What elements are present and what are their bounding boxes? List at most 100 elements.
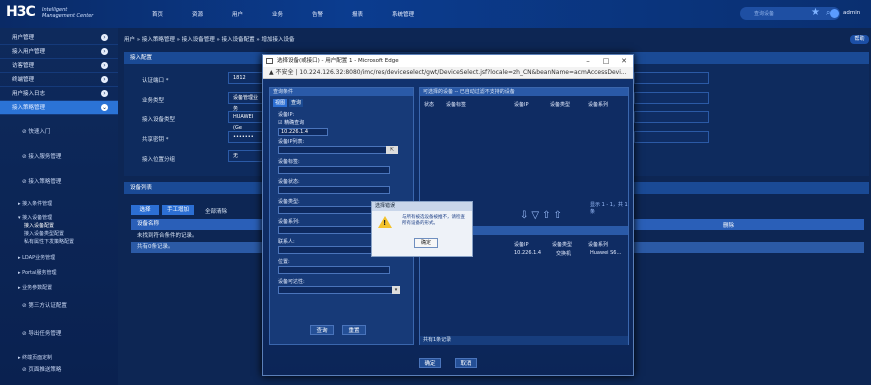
username[interactable]: admin bbox=[843, 10, 860, 16]
nav-alarm[interactable]: 告警 bbox=[312, 10, 323, 18]
tree-device-type[interactable]: 接入设备类型配置 bbox=[0, 230, 118, 237]
maximize-icon[interactable]: □ bbox=[599, 55, 613, 67]
fuzzy-checkbox[interactable]: ☑ 精确查询 bbox=[278, 119, 304, 126]
sidebar-quickstart[interactable]: ⊘ 快速入门 bbox=[0, 121, 118, 143]
tab-view[interactable]: 视图 bbox=[273, 99, 287, 107]
sidebar-item-access-user[interactable]: 接入用户管理 › bbox=[0, 45, 118, 59]
biz-select[interactable]: 设备管理业务 bbox=[228, 92, 263, 112]
select-button[interactable]: 选择 bbox=[131, 205, 159, 215]
close-icon[interactable]: ✕ bbox=[617, 55, 631, 67]
devtype-select[interactable]: HUAWEI (Ge bbox=[228, 111, 263, 131]
error-ok-button[interactable]: 确定 bbox=[414, 238, 438, 248]
exclamation-mark: ! bbox=[383, 219, 387, 227]
ip-label: 设备IP: bbox=[278, 112, 295, 118]
clear-all-link[interactable]: 全部清除 bbox=[205, 207, 227, 215]
devtype-label: 接入设备类型 bbox=[142, 117, 176, 123]
sidebar-third-party[interactable]: ⊘ 第三方认证配置 bbox=[0, 295, 118, 317]
warning-icon: ▲ bbox=[269, 69, 274, 76]
status-label: 设备状态: bbox=[278, 179, 300, 185]
sidebar-item-access-log[interactable]: 用户接入日志 › bbox=[0, 87, 118, 101]
query-button[interactable]: 查询 bbox=[310, 325, 334, 335]
type-label: 设备类型: bbox=[278, 199, 300, 205]
right-field-2[interactable] bbox=[634, 92, 709, 104]
location-label: 接入位置分组 bbox=[142, 157, 176, 163]
tree-access-device[interactable]: ▾ 接入设备管理 bbox=[0, 214, 118, 221]
reach-select[interactable] bbox=[278, 286, 398, 294]
sidebar-item-user-mgmt[interactable]: 用户管理 › bbox=[0, 31, 118, 45]
tree-portal[interactable]: ▸ Portal服务管理 bbox=[0, 269, 118, 276]
cancel-button[interactable]: 取消 bbox=[455, 358, 477, 368]
port-input[interactable]: 1812 bbox=[228, 72, 263, 84]
secret-label: 共享密钥 * bbox=[142, 137, 169, 143]
h3c-logo: H3C bbox=[6, 4, 36, 20]
manual-add-button[interactable]: 手工增加 bbox=[162, 205, 194, 215]
breadcrumb: 用户 » 接入策略管理 » 接入设备管理 » 接入设备配置 » 增加接入设备 bbox=[124, 37, 295, 43]
right-field-4[interactable] bbox=[634, 131, 709, 143]
reach-label: 设备可达性: bbox=[278, 279, 305, 285]
url-text[interactable]: 10.224.126.32:8080/imc/res/deviceselect/… bbox=[299, 69, 626, 76]
tree-ldap[interactable]: ▸ LDAP业务管理 bbox=[0, 254, 118, 261]
sel-row-ip[interactable]: 10.226.1.4 bbox=[514, 250, 541, 256]
nav-resource[interactable]: 资源 bbox=[192, 10, 203, 18]
logo-subtitle: Intelligent Management Center bbox=[42, 7, 94, 19]
table-header-delete: 删除 bbox=[723, 223, 735, 229]
sel-row-series[interactable]: Huawei S6... bbox=[590, 250, 621, 256]
avatar-icon[interactable] bbox=[830, 9, 839, 18]
tab-query[interactable]: 查询 bbox=[289, 99, 303, 107]
sidebar: 用户管理 › 接入用户管理 › 访客管理 › 终端管理 › 用户接入日志 › 接入策略管理… bbox=[0, 28, 118, 385]
sel-col-series: 设备系列 bbox=[588, 242, 609, 248]
sidebar-export[interactable]: ⊘ 导出任务管理 bbox=[0, 323, 118, 345]
ok-button[interactable]: 确定 bbox=[419, 358, 441, 368]
location-q-input[interactable] bbox=[278, 266, 390, 274]
col-status: 状态 bbox=[424, 102, 435, 108]
right-field-3[interactable] bbox=[634, 111, 709, 123]
error-dialog-title: 选择错误 bbox=[372, 202, 472, 211]
help-button[interactable]: 帮助 bbox=[850, 35, 869, 44]
sel-row-type[interactable]: 交换机 bbox=[556, 250, 571, 257]
tree-params[interactable]: ▸ 业务参数配置 bbox=[0, 284, 118, 291]
search-placeholder: 查询设备 bbox=[754, 11, 775, 17]
location-select[interactable]: 无 bbox=[228, 150, 263, 162]
selectable-title: 可选择的设备 -- 已自动过滤不支持的设备 bbox=[420, 88, 628, 96]
biz-label: 业务类型 bbox=[142, 98, 165, 104]
status-select[interactable] bbox=[278, 186, 390, 194]
nav-system[interactable]: 系统管理 bbox=[392, 10, 414, 18]
nav-home[interactable]: 首页 bbox=[152, 10, 163, 18]
search-box[interactable]: 查询设备 bbox=[740, 7, 840, 20]
iplist-picker-icon[interactable]: ⇱ bbox=[386, 146, 398, 154]
star-icon[interactable]: ★ bbox=[811, 7, 820, 18]
tree-device-config[interactable]: 接入设备配置 bbox=[0, 222, 118, 229]
sidebar-item-access-policy[interactable]: 接入策略管理 ⌄ bbox=[0, 101, 118, 115]
chevron-down-icon[interactable]: ▾ bbox=[392, 286, 400, 294]
nav-service[interactable]: 业务 bbox=[272, 10, 283, 18]
selected-total: 共有1条记录 bbox=[420, 336, 628, 345]
tag-label: 设备标签: bbox=[278, 159, 300, 165]
tree-access-condition[interactable]: ▸ 接入条件管理 bbox=[0, 200, 118, 207]
reset-button[interactable]: 重置 bbox=[342, 325, 366, 335]
tag-input[interactable] bbox=[278, 166, 390, 174]
top-header: H3C Intelligent Management Center 首页 资源 用… bbox=[0, 0, 871, 28]
right-field-1[interactable] bbox=[634, 72, 709, 84]
query-title: 查询条件 bbox=[270, 88, 413, 96]
nav-report[interactable]: 报表 bbox=[352, 10, 363, 18]
iplist-input[interactable] bbox=[278, 146, 390, 154]
window-title: 选择设备(或接口) - 用户配置 1 - Microsoft Edge bbox=[263, 55, 633, 67]
error-dialog: 选择错误 ! 与所有被选设备被推不，请检查所有设备的形式。 确定 bbox=[371, 201, 473, 257]
move-arrows-icon[interactable]: ⇩▽⇧⇧ bbox=[520, 210, 565, 221]
ip-input[interactable]: 10.226.1.4 bbox=[278, 128, 328, 136]
location-q-label: 位置: bbox=[278, 259, 290, 265]
sidebar-push-policy[interactable]: ⊘ 页面推送策略 bbox=[0, 359, 118, 381]
nav-user[interactable]: 用户 bbox=[232, 10, 243, 18]
sidebar-item-guest[interactable]: 访客管理 › bbox=[0, 59, 118, 73]
minimize-icon[interactable]: – bbox=[581, 55, 595, 67]
sidebar-item-terminal[interactable]: 终端管理 › bbox=[0, 73, 118, 87]
sel-col-ip: 设备IP bbox=[514, 242, 529, 248]
secret-input[interactable]: ••••••• bbox=[228, 131, 263, 143]
window-app-icon bbox=[266, 58, 273, 64]
col-series: 设备系列 bbox=[588, 102, 609, 108]
paging-info: 显示 1 - 1，共 1 条 bbox=[590, 202, 628, 215]
sidebar-access-policy-sub[interactable]: ⊘ 接入策略管理 bbox=[0, 171, 118, 193]
address-bar[interactable]: ▲ 不安全 | 10.224.126.32:8080/imc/res/devic… bbox=[263, 67, 633, 79]
sidebar-access-service[interactable]: ⊘ 接入服务管理 bbox=[0, 146, 118, 168]
tree-private-attr[interactable]: 私有属性下发策略配置 bbox=[0, 238, 118, 245]
